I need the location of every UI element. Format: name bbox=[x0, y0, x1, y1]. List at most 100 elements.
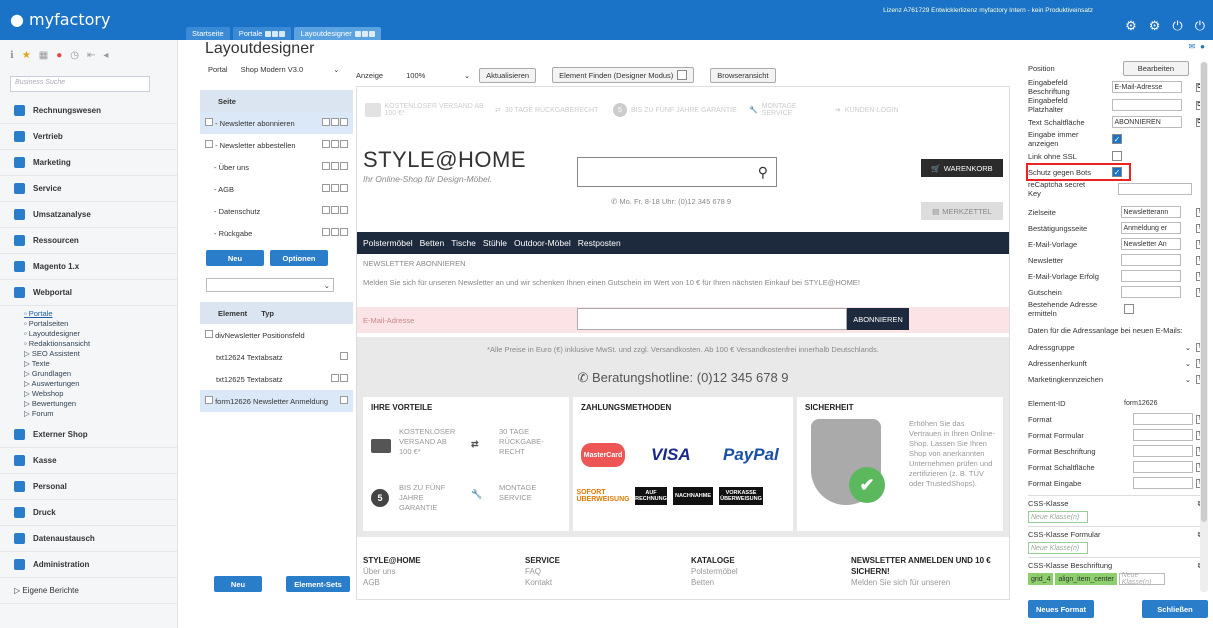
newsletter-input[interactable] bbox=[1120, 254, 1181, 266]
existing-address-checkbox[interactable] bbox=[1124, 304, 1134, 314]
recaptcha-input[interactable] bbox=[1118, 183, 1192, 195]
star-icon[interactable]: ★ bbox=[22, 50, 31, 61]
nav-kasse[interactable]: Kasse bbox=[0, 448, 177, 474]
button-text-input[interactable]: ABONNIEREN bbox=[1111, 116, 1182, 128]
sub-portalseiten[interactable]: ▫ Portalseiten bbox=[0, 319, 177, 329]
placeholder-input[interactable] bbox=[1111, 99, 1182, 111]
nav-service[interactable]: Service bbox=[0, 176, 177, 202]
format-input[interactable] bbox=[1133, 413, 1193, 425]
info-icon[interactable]: ℹ bbox=[10, 50, 14, 61]
subscribe-button[interactable]: ABONNIEREN bbox=[847, 308, 909, 330]
options-button[interactable]: Optionen bbox=[270, 250, 328, 266]
bot-protection-checkbox[interactable]: ✓ bbox=[1112, 167, 1122, 177]
nav-druck[interactable]: Druck bbox=[0, 500, 177, 526]
gear-icon[interactable]: ⚙ bbox=[1125, 18, 1137, 34]
link-ssl-checkbox[interactable] bbox=[1112, 151, 1122, 161]
menu-item[interactable]: Outdoor-Möbel bbox=[514, 238, 571, 248]
confirm-page-input[interactable]: Anmeldung er bbox=[1120, 222, 1181, 234]
sub-webshop[interactable]: ▷ Webshop bbox=[0, 389, 177, 399]
mail-icon[interactable]: ✉ bbox=[1188, 42, 1195, 51]
css-tag[interactable]: align_item_center bbox=[1055, 573, 1117, 585]
format-input-input[interactable] bbox=[1133, 477, 1193, 489]
sub-portale[interactable]: ▫ Portale bbox=[0, 309, 177, 319]
search-icon[interactable]: ⚲ bbox=[758, 164, 768, 181]
label-input[interactable]: E-Mail-Adresse bbox=[1111, 81, 1182, 93]
settings-icon[interactable]: ⚙ bbox=[1149, 18, 1161, 34]
nav-vertrieb[interactable]: Vertrieb bbox=[0, 124, 177, 150]
sub-texte[interactable]: ▷ Texte bbox=[0, 359, 177, 369]
tab-portale[interactable]: Portale bbox=[232, 27, 292, 40]
shop-logo[interactable]: STYLE@HOME bbox=[363, 147, 526, 173]
sub-forum[interactable]: ▷ Forum bbox=[0, 409, 177, 419]
element-sets-button[interactable]: Element-Sets bbox=[286, 576, 350, 592]
clock-icon[interactable]: ◷ bbox=[70, 50, 79, 61]
sub-layoutdesigner[interactable]: ▫ Layoutdesigner bbox=[0, 329, 177, 339]
voucher-input[interactable] bbox=[1120, 286, 1181, 298]
refresh-button[interactable]: Aktualisieren bbox=[479, 67, 537, 83]
properties-scrollbar[interactable] bbox=[1200, 62, 1208, 592]
target-page-input[interactable]: Newsletterann bbox=[1120, 206, 1181, 218]
chevron-down-icon[interactable]: ⌄ bbox=[1185, 375, 1191, 384]
nav-umsatzanalyse[interactable]: Umsatzanalyse bbox=[0, 202, 177, 228]
new-page-button[interactable]: Neu bbox=[206, 250, 264, 266]
element-item-selected[interactable]: form12626 Newsletter Anmeldung bbox=[200, 390, 353, 412]
menu-item[interactable]: Betten bbox=[420, 238, 445, 248]
find-element-button[interactable]: Element Finden (Designer Modus) bbox=[552, 67, 695, 83]
tab-controls-icon[interactable] bbox=[265, 30, 286, 37]
sub-seo[interactable]: ▷ SEO Assistent bbox=[0, 349, 177, 359]
css-form-input[interactable]: Neue Klasse(n) bbox=[1028, 542, 1088, 554]
filter-select[interactable]: ⌄ bbox=[206, 278, 334, 292]
element-item[interactable]: divNewsletter Positionsfeld bbox=[200, 324, 353, 346]
app-logo[interactable]: ● myfactory bbox=[10, 10, 110, 29]
menu-item[interactable]: Restposten bbox=[578, 238, 621, 248]
shop-search-input[interactable]: ⚲ bbox=[577, 157, 777, 187]
preview-login[interactable]: ➜ KUNDEN-LOGIN bbox=[835, 106, 899, 115]
nav-administration[interactable]: Administration bbox=[0, 552, 177, 578]
portal-select[interactable]: Shop Modern V3.0 ⌄ bbox=[237, 62, 343, 76]
sub-bewertungen[interactable]: ▷ Bewertungen bbox=[0, 399, 177, 409]
sub-auswertungen[interactable]: ▷ Auswertungen bbox=[0, 379, 177, 389]
sub-grundlagen[interactable]: ▷ Grundlagen bbox=[0, 369, 177, 379]
email-template-input[interactable]: Newsletter An bbox=[1120, 238, 1181, 250]
tab-controls-icon[interactable] bbox=[354, 30, 375, 37]
nav-ressourcen[interactable]: Ressourcen bbox=[0, 228, 177, 254]
tab-layoutdesigner[interactable]: Layoutdesigner bbox=[294, 27, 381, 40]
close-button[interactable]: Schließen bbox=[1142, 600, 1208, 618]
css-label-input[interactable]: Neue Klasse(n) bbox=[1118, 572, 1165, 586]
back-icon[interactable]: ◂ bbox=[103, 50, 108, 61]
element-item[interactable]: txt12625 Textabsatz bbox=[200, 368, 353, 390]
format-button-input[interactable] bbox=[1133, 461, 1193, 473]
page-item[interactable]: - Newsletter abonnieren bbox=[200, 112, 353, 134]
sub-redaktionsansicht[interactable]: ▫ Redaktionsansicht bbox=[0, 339, 177, 349]
nav-externer-shop[interactable]: Externer Shop bbox=[0, 422, 177, 448]
notification-icon[interactable]: ● bbox=[56, 50, 62, 61]
new-format-button[interactable]: Neues Format bbox=[1028, 600, 1094, 618]
nav-magento[interactable]: Magento 1.x bbox=[0, 254, 177, 280]
nav-webportal[interactable]: Webportal bbox=[0, 280, 177, 306]
cart-button[interactable]: 🛒 WARENKORB bbox=[921, 159, 1003, 177]
designer-mode-checkbox[interactable] bbox=[677, 70, 688, 80]
success-template-input[interactable] bbox=[1120, 270, 1181, 282]
expand-icon[interactable] bbox=[205, 140, 213, 148]
expand-icon[interactable] bbox=[205, 396, 213, 404]
menu-item[interactable]: Tische bbox=[451, 238, 476, 248]
page-item[interactable]: - Datenschutz bbox=[200, 200, 353, 222]
nav-eigene-berichte[interactable]: ▷ Eigene Berichte bbox=[0, 578, 177, 604]
nav-personal[interactable]: Personal bbox=[0, 474, 177, 500]
element-item[interactable]: txt12624 Textabsatz bbox=[200, 346, 353, 368]
chevron-down-icon[interactable]: ⌄ bbox=[1185, 343, 1191, 352]
help-icon[interactable]: ● bbox=[1200, 42, 1205, 51]
page-item[interactable]: - AGB bbox=[200, 178, 353, 200]
chevron-down-icon[interactable]: ⌄ bbox=[1185, 359, 1191, 368]
format-label-input[interactable] bbox=[1133, 445, 1193, 457]
menu-item[interactable]: Polstermöbel bbox=[363, 238, 413, 248]
css-tag[interactable]: grid_4 bbox=[1028, 573, 1054, 585]
collapse-icon[interactable]: ⇤ bbox=[87, 50, 95, 61]
page-item[interactable]: - Über uns bbox=[200, 156, 353, 178]
page-item[interactable]: - Rückgabe bbox=[200, 222, 353, 244]
menu-item[interactable]: Stühle bbox=[483, 238, 507, 248]
new-element-button[interactable]: Neu bbox=[214, 576, 262, 592]
scrollbar-thumb[interactable] bbox=[1201, 62, 1207, 522]
browser-view-button[interactable]: Browseransicht bbox=[710, 67, 776, 83]
power-icon[interactable]: ⏻ bbox=[1172, 18, 1182, 34]
